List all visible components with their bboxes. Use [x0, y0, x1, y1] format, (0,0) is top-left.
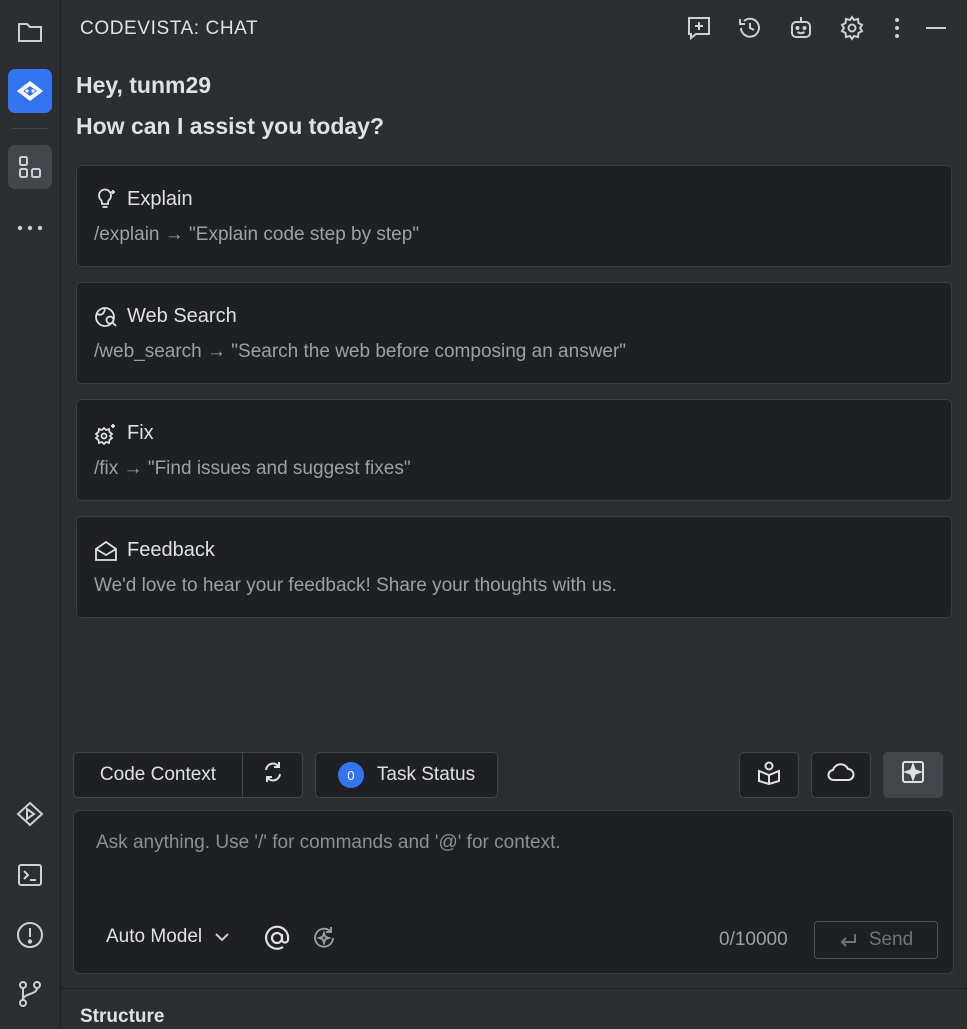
structure-title: Structure: [80, 1006, 165, 1027]
card-feedback[interactable]: Feedback We'd love to hear your feedback…: [76, 516, 952, 618]
terminal-icon[interactable]: [8, 853, 52, 897]
model-selector[interactable]: Auto Model: [106, 926, 230, 948]
sparkle-icon: [901, 760, 925, 790]
structure-bar[interactable]: Structure: [61, 988, 967, 1029]
card-title: Fix: [127, 422, 154, 444]
card-web-search[interactable]: Web Search /web_search → "Search the web…: [76, 282, 952, 384]
code-context-button[interactable]: Code Context: [73, 752, 243, 798]
chevron-down-icon: [214, 932, 230, 942]
at-mention-icon[interactable]: [264, 925, 290, 956]
send-button[interactable]: Send: [814, 921, 938, 959]
settings-icon[interactable]: [837, 13, 867, 43]
card-title: Web Search: [127, 305, 237, 327]
code-context-label: Code Context: [99, 764, 217, 785]
lightbulb-icon: [94, 188, 118, 212]
card-fix[interactable]: Fix /fix → "Find issues and suggest fixe…: [76, 399, 952, 501]
cloud-icon: [827, 762, 855, 788]
minimize-icon[interactable]: [921, 13, 951, 43]
refresh-icon: [262, 760, 284, 790]
ai-spark-button[interactable]: [883, 752, 943, 798]
card-description: /explain → "Explain code step by step": [94, 224, 420, 245]
send-label: Send: [868, 929, 914, 950]
folder-icon[interactable]: [8, 10, 52, 54]
card-description: /fix → "Find issues and suggest fixes": [94, 458, 411, 479]
greeting-user: Hey, tunm29: [76, 72, 212, 98]
activity-bar: [0, 0, 61, 1028]
card-description: We'd love to hear your feedback! Share y…: [94, 575, 617, 596]
new-chat-icon[interactable]: [684, 13, 714, 43]
task-count-badge: 0: [337, 762, 364, 788]
model-label: Auto Model: [106, 926, 203, 947]
card-title: Explain: [127, 188, 193, 210]
book-user-icon: [756, 759, 782, 791]
structure-icon[interactable]: [8, 145, 52, 189]
chat-input-box[interactable]: Ask anything. Use '/' for commands and '…: [73, 810, 954, 974]
panel-header: CODEVISTA: CHAT: [61, 0, 967, 58]
problems-icon[interactable]: [8, 913, 52, 957]
web-search-icon: [94, 305, 118, 329]
char-counter: 0/10000: [719, 929, 788, 950]
more-vert-icon[interactable]: [882, 13, 912, 43]
activity-separator: [12, 128, 48, 129]
card-description: /web_search → "Search the web before com…: [94, 341, 627, 362]
refresh-context-button[interactable]: [242, 752, 303, 798]
chat-panel: CODEVISTA: CHAT Hey, tunm29 How can I as…: [61, 0, 967, 988]
greeting-question: How can I assist you today?: [76, 113, 385, 139]
git-icon[interactable]: [8, 972, 52, 1016]
card-title: Feedback: [127, 539, 215, 561]
more-icon[interactable]: [8, 206, 52, 250]
run-icon[interactable]: [8, 792, 52, 836]
task-status-button[interactable]: 0 Task Status: [315, 752, 498, 798]
knowledge-button[interactable]: [739, 752, 799, 798]
fix-gear-icon: [94, 422, 118, 446]
history-icon[interactable]: [735, 13, 765, 43]
card-explain[interactable]: Explain /explain → "Explain code step by…: [76, 165, 952, 267]
codevista-icon[interactable]: [8, 69, 52, 113]
cloud-button[interactable]: [811, 752, 871, 798]
agent-icon[interactable]: [786, 13, 816, 43]
panel-title: CODEVISTA: CHAT: [80, 18, 259, 39]
enter-icon: [839, 932, 857, 948]
spark-refresh-icon[interactable]: [311, 925, 337, 956]
task-status-label: Task Status: [376, 764, 476, 785]
chat-input[interactable]: Ask anything. Use '/' for commands and '…: [96, 832, 561, 854]
mail-open-icon: [94, 539, 118, 563]
